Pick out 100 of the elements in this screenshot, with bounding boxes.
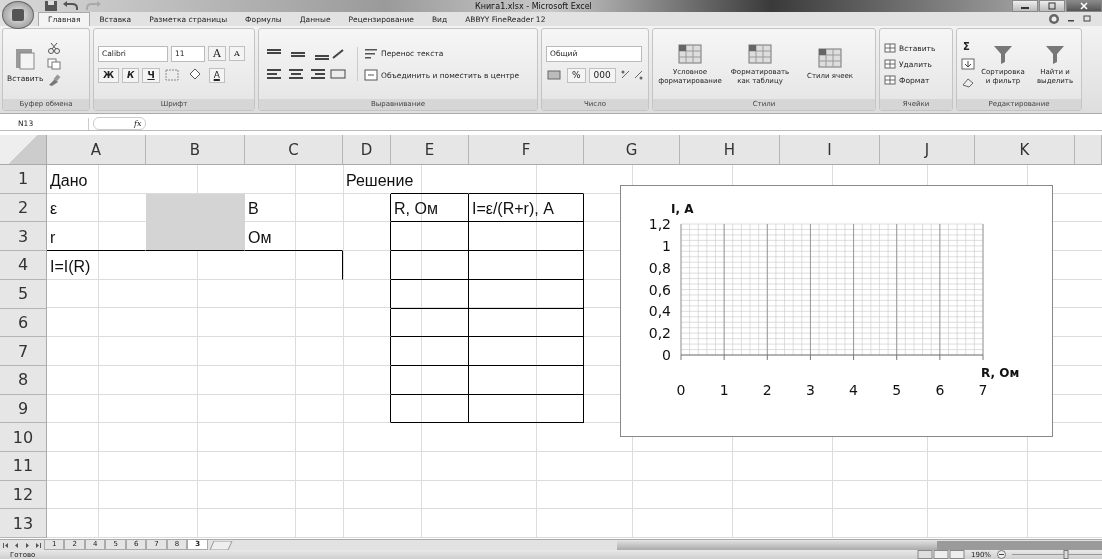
table-cell[interactable] bbox=[469, 337, 584, 366]
column-header[interactable]: I bbox=[780, 135, 880, 166]
grow-font-button[interactable]: A bbox=[208, 46, 226, 62]
restore-icon bbox=[1047, 2, 1057, 10]
column-header[interactable]: K bbox=[975, 135, 1075, 166]
cell-text: I=ε/(R+r), А bbox=[472, 200, 554, 219]
cells-icon bbox=[884, 75, 896, 86]
shaded-cell[interactable] bbox=[146, 222, 245, 252]
column-header[interactable]: E bbox=[391, 135, 469, 166]
y-tick-label: 0 bbox=[662, 347, 671, 364]
table-cell[interactable] bbox=[391, 251, 469, 280]
zoom-slider-thumb[interactable] bbox=[1063, 550, 1069, 559]
sheet-navigation-icon[interactable] bbox=[0, 540, 44, 550]
save-icon[interactable] bbox=[44, 0, 58, 12]
table-cell[interactable]: I=ε/(R+r), А bbox=[469, 193, 584, 223]
column-header[interactable]: F bbox=[469, 135, 584, 166]
shaded-cell[interactable] bbox=[146, 193, 245, 223]
table-cell[interactable]: R, Ом bbox=[391, 193, 469, 223]
row-header[interactable]: 11 bbox=[0, 451, 47, 481]
cell-text: I=I(R) bbox=[50, 257, 91, 276]
table-cell[interactable] bbox=[391, 337, 469, 366]
copy-icon[interactable] bbox=[47, 58, 62, 71]
fill-down-icon[interactable] bbox=[961, 57, 975, 70]
table-cell[interactable] bbox=[469, 365, 584, 395]
close-icon bbox=[1079, 2, 1089, 10]
underline-button[interactable]: Ч bbox=[142, 67, 160, 83]
x-tick-label: 3 bbox=[805, 382, 815, 399]
table-cell[interactable] bbox=[469, 279, 584, 309]
window-title: Книга1.xlsx - Microsoft Excel bbox=[475, 1, 592, 11]
wrap-text-icon bbox=[364, 47, 378, 60]
table-cell[interactable] bbox=[391, 279, 469, 309]
table-cell[interactable] bbox=[469, 308, 584, 338]
y-tick-label: 0,6 bbox=[648, 281, 671, 298]
column-header[interactable]: B bbox=[146, 135, 245, 166]
row-header[interactable]: 8 bbox=[0, 365, 47, 395]
table-cell[interactable] bbox=[469, 222, 584, 252]
x-tick-label: 4 bbox=[849, 382, 859, 399]
cells-icon bbox=[884, 43, 896, 54]
x-tick-label: 1 bbox=[719, 382, 729, 399]
zoom-out-icon[interactable] bbox=[997, 550, 1006, 559]
row-header[interactable]: 10 bbox=[0, 423, 47, 452]
font-color-button[interactable]: A bbox=[208, 67, 225, 83]
cell-text: r bbox=[50, 229, 56, 248]
column-header[interactable]: J bbox=[880, 135, 975, 166]
column-header[interactable]: C bbox=[245, 135, 343, 166]
sheet-grid[interactable]: 1 Дано Решение 2 ε В R, Ом I=ε/(R+r), А 3 r Ом 4 I=I(R) 5 6 7 8 9 10 11 12 13 0 0,2 0,4 0,6 0,8 1 1,2 0 1 2 3 4 5 6 7 I, А R, Ом bbox=[0, 165, 1102, 538]
office-button[interactable] bbox=[2, 1, 34, 29]
percent-button[interactable]: % bbox=[567, 67, 586, 83]
row-header[interactable]: 5 bbox=[0, 279, 47, 309]
row-header[interactable]: 13 bbox=[0, 509, 47, 538]
minimize-button[interactable] bbox=[1012, 0, 1038, 12]
help-icon[interactable] bbox=[1048, 13, 1060, 25]
table-grid-icon bbox=[677, 42, 703, 65]
y-tick-label: 1,2 bbox=[648, 216, 671, 233]
horizontal-scrollbar[interactable] bbox=[617, 540, 1102, 550]
restore-button[interactable] bbox=[1039, 0, 1065, 12]
table-cell[interactable] bbox=[391, 394, 469, 424]
column-header[interactable]: D bbox=[343, 135, 391, 166]
cell-text: ε bbox=[50, 200, 58, 219]
row-header[interactable]: 12 bbox=[0, 480, 47, 510]
close-button[interactable] bbox=[1066, 0, 1102, 12]
currency-icon[interactable] bbox=[546, 68, 564, 83]
cells-icon bbox=[884, 59, 896, 70]
row-header[interactable]: 4 bbox=[0, 251, 47, 280]
thousands-button[interactable]: 000 bbox=[588, 67, 616, 83]
table-cell[interactable] bbox=[391, 365, 469, 395]
column-header[interactable]: A bbox=[47, 135, 146, 166]
column-header[interactable]: H bbox=[680, 135, 780, 166]
table-cell[interactable] bbox=[469, 394, 584, 424]
cell-text: В bbox=[248, 200, 259, 219]
x-tick-label: 7 bbox=[978, 382, 988, 399]
row-header[interactable]: 2 bbox=[0, 193, 47, 223]
bold-button[interactable]: Ж bbox=[98, 67, 120, 83]
cell-text: Решение bbox=[346, 171, 414, 190]
function-button[interactable]: fx bbox=[93, 117, 147, 131]
table-cell[interactable] bbox=[391, 308, 469, 338]
row-header[interactable]: 1 bbox=[0, 165, 47, 194]
row-header[interactable]: 3 bbox=[0, 222, 47, 252]
autosum-button[interactable]: Σ bbox=[961, 40, 975, 52]
row-header[interactable]: 9 bbox=[0, 394, 47, 424]
undo-icon[interactable] bbox=[62, 0, 80, 12]
view-buttons-icon[interactable] bbox=[917, 550, 965, 559]
table-cell[interactable]: Ом bbox=[245, 222, 343, 252]
table-cell[interactable] bbox=[469, 251, 584, 280]
x-tick-label: 0 bbox=[676, 382, 686, 399]
chart-area[interactable]: 0 0,2 0,4 0,6 0,8 1 1,2 0 1 2 3 4 5 6 7 I, А R, Ом bbox=[620, 185, 1053, 438]
y-tick-label: 0,2 bbox=[648, 325, 671, 342]
x-axis-title: R, Ом bbox=[981, 366, 1020, 381]
shrink-font-button[interactable]: A bbox=[228, 46, 245, 62]
brush-icon[interactable] bbox=[47, 74, 62, 87]
y-axis-title: I, А bbox=[671, 202, 694, 217]
row-header[interactable]: 6 bbox=[0, 308, 47, 338]
table-cell[interactable] bbox=[391, 222, 469, 252]
italic-button[interactable]: К bbox=[122, 67, 140, 83]
column-header[interactable]: G bbox=[584, 135, 680, 166]
y-tick-label: 1 bbox=[662, 237, 671, 254]
restore-icon[interactable] bbox=[1082, 14, 1092, 24]
y-tick-label: 0,4 bbox=[648, 303, 671, 320]
row-header[interactable]: 7 bbox=[0, 337, 47, 366]
scissors-icon[interactable] bbox=[47, 42, 62, 55]
